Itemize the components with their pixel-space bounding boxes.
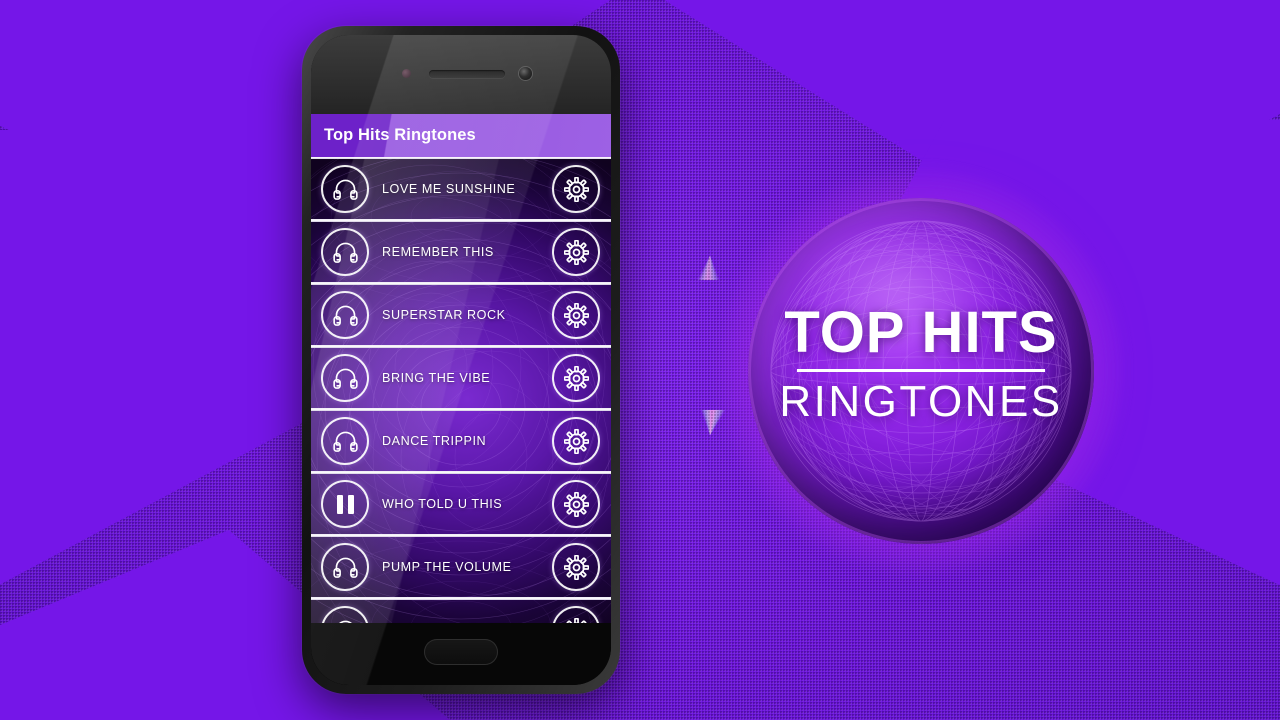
headphones-icon[interactable] bbox=[321, 291, 369, 339]
ringtone-row[interactable]: BRING THE VIBE bbox=[311, 348, 611, 408]
row-separator bbox=[311, 345, 611, 348]
phone-mockup: Top Hits Ringtones LOVE ME SUNSHINE REME… bbox=[302, 26, 620, 694]
proximity-sensor-icon bbox=[402, 69, 411, 78]
row-separator bbox=[311, 534, 611, 537]
ringtone-row[interactable]: LOVE ME SUNSHINE bbox=[311, 159, 611, 219]
ringtone-rows-host: LOVE ME SUNSHINE REMEMBER THIS SUPERSTAR R… bbox=[311, 157, 611, 623]
ringtone-row[interactable]: PUMP THE VOLUME bbox=[311, 537, 611, 597]
app-screen: Top Hits Ringtones LOVE ME SUNSHINE REME… bbox=[311, 114, 611, 623]
phone-top-bezel bbox=[311, 35, 611, 114]
headphones-icon[interactable] bbox=[321, 417, 369, 465]
ringtone-label: LOVE ME SUNSHINE bbox=[382, 182, 516, 196]
ringtone-row[interactable]: DANCE TRIPPIN bbox=[311, 411, 611, 471]
gear-icon[interactable] bbox=[552, 480, 600, 528]
ringtone-label: REMEMBER THIS bbox=[382, 245, 494, 259]
headphones-icon[interactable] bbox=[321, 606, 369, 623]
phone-bottom-bezel bbox=[311, 623, 611, 685]
ringtone-label: SUPERSTAR ROCK bbox=[382, 308, 506, 322]
gear-icon[interactable] bbox=[552, 543, 600, 591]
app-title: Top Hits Ringtones bbox=[324, 126, 476, 144]
gear-icon[interactable] bbox=[552, 606, 600, 623]
gear-icon[interactable] bbox=[552, 228, 600, 276]
ringtone-row[interactable]: SUPERSTAR ROCK bbox=[311, 285, 611, 345]
ringtone-label: WHO TOLD U THIS bbox=[382, 497, 503, 511]
logo-divider-rule bbox=[797, 369, 1045, 372]
phone-screen-area: Top Hits Ringtones LOVE ME SUNSHINE REME… bbox=[311, 35, 611, 685]
earpiece-speaker-icon bbox=[429, 70, 505, 78]
ringtone-label: PUMP THE VOLUME bbox=[382, 560, 512, 574]
app-bar: Top Hits Ringtones bbox=[311, 114, 611, 157]
gear-icon[interactable] bbox=[552, 354, 600, 402]
front-camera-icon bbox=[519, 67, 532, 80]
row-separator bbox=[311, 157, 611, 159]
row-separator bbox=[311, 597, 611, 600]
headphones-icon[interactable] bbox=[321, 228, 369, 276]
logo-sphere: TOP HITS RINGTONES bbox=[720, 170, 1122, 572]
ringtone-label: DANCE TRIPPIN bbox=[382, 434, 487, 448]
gear-icon[interactable] bbox=[552, 291, 600, 339]
headphones-icon[interactable] bbox=[321, 543, 369, 591]
gear-icon[interactable] bbox=[552, 165, 600, 213]
logo-title-top: TOP HITS bbox=[784, 300, 1058, 365]
ringtone-row[interactable]: TAKE ME2DA PARTY bbox=[311, 600, 611, 623]
gear-icon[interactable] bbox=[552, 417, 600, 465]
row-separator bbox=[311, 282, 611, 285]
headphones-icon[interactable] bbox=[321, 165, 369, 213]
home-button[interactable] bbox=[424, 639, 498, 665]
headphones-icon[interactable] bbox=[321, 354, 369, 402]
ringtone-row[interactable]: REMEMBER THIS bbox=[311, 222, 611, 282]
row-separator bbox=[311, 471, 611, 474]
logo-text-block: TOP HITS RINGTONES bbox=[748, 304, 1094, 424]
logo-title-bottom: RINGTONES bbox=[779, 377, 1063, 426]
ringtone-list[interactable]: LOVE ME SUNSHINE REMEMBER THIS SUPERSTAR R… bbox=[311, 130, 611, 623]
row-separator bbox=[311, 408, 611, 411]
ringtone-label: BRING THE VIBE bbox=[382, 371, 491, 385]
row-separator bbox=[311, 219, 611, 222]
pause-icon[interactable] bbox=[321, 480, 369, 528]
app-store-promo-graphic: TOP HITS RINGTONES Top Hits Ringtones LO… bbox=[0, 0, 1280, 720]
ringtone-row[interactable]: WHO TOLD U THIS bbox=[311, 474, 611, 534]
